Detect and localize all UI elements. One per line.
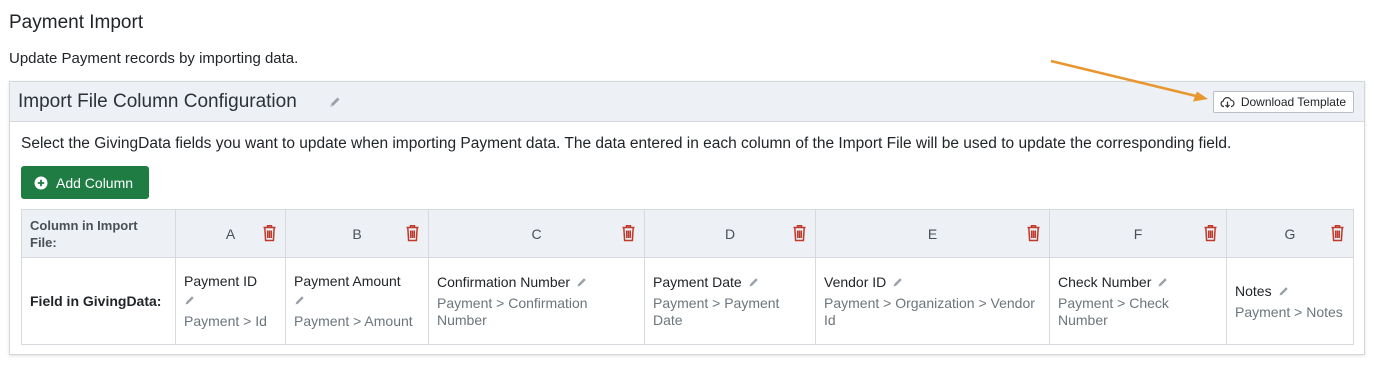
column-letter: F (1133, 225, 1143, 242)
page-subtitle: Update Payment records by importing data… (9, 50, 299, 67)
column-header-row: Column in Import File: A B C D E F G (21, 209, 1354, 258)
column-header-e: E (815, 209, 1050, 258)
trash-icon[interactable] (1026, 224, 1041, 242)
field-path: Payment > Amount (294, 313, 413, 329)
column-header-c: C (428, 209, 645, 258)
field-name: Notes (1235, 282, 1272, 299)
field-name: Payment Amount (294, 273, 401, 289)
pencil-icon[interactable] (892, 276, 904, 288)
field-path: Payment > Notes (1235, 303, 1343, 320)
pencil-icon[interactable] (748, 276, 760, 288)
field-cell-b: Payment Amount Payment > Amount (285, 257, 429, 345)
column-header-d: D (644, 209, 816, 258)
card-description: Select the GivingData fields you want to… (21, 135, 1232, 152)
column-header-b: B (285, 209, 429, 258)
trash-icon[interactable] (1330, 224, 1345, 242)
field-path: Payment > Id (184, 313, 267, 329)
field-name: Payment Date (653, 274, 742, 290)
field-cell-d: Payment Date Payment > Payment Date (644, 257, 816, 345)
column-header-f: F (1049, 209, 1227, 258)
field-name: Payment ID (184, 273, 258, 289)
field-cell-e: Vendor ID Payment > Organization > Vendo… (815, 257, 1050, 345)
trash-icon[interactable] (621, 224, 636, 242)
import-config-card: Import File Column Configuration Downloa… (9, 81, 1365, 355)
column-header-g: G (1226, 209, 1354, 258)
field-path: Payment > Check Number (1058, 295, 1169, 328)
trash-icon[interactable] (1203, 224, 1218, 242)
column-in-import-file-label: Column in Import File: (21, 209, 176, 258)
pencil-icon[interactable] (184, 294, 196, 306)
add-column-label: Add Column (56, 174, 134, 191)
plus-circle-icon (34, 176, 48, 189)
column-config-table: Column in Import File: A B C D E F G Fie… (21, 209, 1354, 345)
field-cell-f: Check Number Payment > Check Number (1049, 257, 1227, 345)
column-header-a: A (175, 209, 286, 258)
trash-icon[interactable] (262, 224, 277, 242)
field-row: Field in GivingData: Payment ID Payment … (21, 257, 1354, 345)
field-cell-g: Notes Payment > Notes (1226, 257, 1354, 345)
field-cell-c: Confirmation Number Payment > Confirmati… (428, 257, 645, 345)
field-path: Payment > Organization > Vendor Id (824, 295, 1035, 328)
field-in-givingdata-label: Field in GivingData: (21, 257, 176, 345)
page-title: Payment Import (9, 12, 144, 33)
trash-icon[interactable] (405, 224, 420, 242)
column-letter: C (531, 225, 542, 242)
card-header: Import File Column Configuration Downloa… (10, 82, 1364, 122)
pencil-icon[interactable] (576, 276, 588, 288)
field-path: Payment > Payment Date (653, 295, 780, 328)
field-name: Vendor ID (824, 274, 887, 290)
card-title: Import File Column Configuration (18, 91, 297, 112)
download-template-label: Download Template (1240, 95, 1346, 109)
pencil-icon[interactable] (328, 95, 342, 109)
pencil-icon[interactable] (1157, 276, 1169, 288)
add-column-button[interactable]: Add Column (21, 166, 149, 199)
field-cell-a: Payment ID Payment > Id (175, 257, 286, 345)
pencil-icon[interactable] (294, 294, 306, 306)
field-name: Check Number (1058, 274, 1152, 290)
pencil-icon[interactable] (1278, 285, 1290, 297)
trash-icon[interactable] (792, 224, 807, 242)
field-path: Payment > Confirmation Number (437, 295, 588, 328)
column-letter: D (724, 225, 736, 242)
field-name: Confirmation Number (437, 274, 571, 290)
column-letter: E (927, 225, 938, 242)
download-template-button[interactable]: Download Template (1212, 91, 1354, 113)
cloud-download-icon (1220, 97, 1235, 108)
